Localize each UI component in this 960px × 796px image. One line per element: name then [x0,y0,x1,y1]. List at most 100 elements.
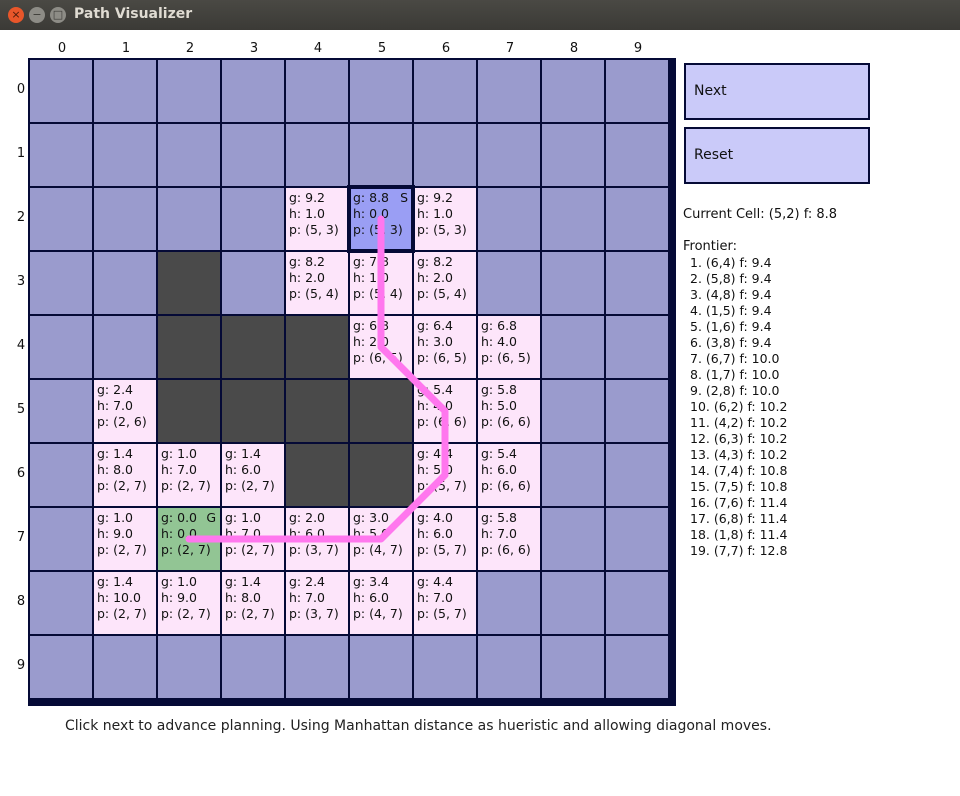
explored-cell[interactable]: g: 4.0 h: 6.0 p: (5, 7) [414,508,476,570]
wall-cell[interactable] [350,444,412,506]
open-cell[interactable] [30,508,92,570]
open-cell[interactable] [478,252,540,314]
explored-cell[interactable]: g: 4.4 h: 7.0 p: (5, 7) [414,572,476,634]
open-cell[interactable] [30,188,92,250]
open-cell[interactable] [478,124,540,186]
open-cell[interactable] [94,636,156,698]
explored-cell[interactable]: g: 5.8 h: 5.0 p: (6, 6) [478,380,540,442]
open-cell[interactable] [286,60,348,122]
explored-cell[interactable]: g: 2.4 h: 7.0 p: (2, 6) [94,380,156,442]
open-cell[interactable] [606,380,668,442]
explored-cell[interactable]: g: 5.4 h: 4.0 p: (6, 6) [414,380,476,442]
open-cell[interactable] [478,188,540,250]
start-cell[interactable]: g: 8.8 h: 0.0 p: (5, 3) S [347,185,415,253]
open-cell[interactable] [30,444,92,506]
open-cell[interactable] [542,124,604,186]
open-cell[interactable] [606,124,668,186]
open-cell[interactable] [606,60,668,122]
explored-cell[interactable]: g: 1.4 h: 8.0 p: (2, 7) [94,444,156,506]
open-cell[interactable] [542,380,604,442]
open-cell[interactable] [30,636,92,698]
open-cell[interactable] [222,636,284,698]
explored-cell[interactable]: g: 1.0 h: 9.0 p: (2, 7) [158,572,220,634]
open-cell[interactable] [542,60,604,122]
wall-cell[interactable] [286,380,348,442]
open-cell[interactable] [222,188,284,250]
open-cell[interactable] [94,316,156,378]
open-cell[interactable] [606,316,668,378]
wall-cell[interactable] [158,252,220,314]
wall-cell[interactable] [286,316,348,378]
open-cell[interactable] [30,60,92,122]
open-cell[interactable] [286,636,348,698]
goal-cell[interactable]: g: 0.0 h: 0.0 p: (2, 7) G [158,508,220,570]
open-cell[interactable] [158,188,220,250]
explored-cell[interactable]: g: 4.4 h: 5.0 p: (5, 7) [414,444,476,506]
open-cell[interactable] [222,252,284,314]
explored-cell[interactable]: g: 2.0 h: 6.0 p: (3, 7) [286,508,348,570]
open-cell[interactable] [350,124,412,186]
open-cell[interactable] [30,252,92,314]
open-cell[interactable] [158,124,220,186]
open-cell[interactable] [286,124,348,186]
open-cell[interactable] [94,252,156,314]
open-cell[interactable] [350,60,412,122]
explored-cell[interactable]: g: 5.8 h: 7.0 p: (6, 6) [478,508,540,570]
open-cell[interactable] [30,380,92,442]
open-cell[interactable] [606,572,668,634]
explored-cell[interactable]: g: 1.4 h: 8.0 p: (2, 7) [222,572,284,634]
explored-cell[interactable]: g: 9.2 h: 1.0 p: (5, 3) [286,188,348,250]
wall-cell[interactable] [222,380,284,442]
open-cell[interactable] [542,252,604,314]
open-cell[interactable] [478,636,540,698]
explored-cell[interactable]: g: 3.4 h: 6.0 p: (4, 7) [350,572,412,634]
explored-cell[interactable]: g: 8.2 h: 2.0 p: (5, 4) [286,252,348,314]
open-cell[interactable] [414,60,476,122]
wall-cell[interactable] [222,316,284,378]
open-cell[interactable] [606,508,668,570]
reset-button[interactable]: Reset [684,127,870,184]
open-cell[interactable] [158,60,220,122]
open-cell[interactable] [606,636,668,698]
explored-cell[interactable]: g: 6.8 h: 4.0 p: (6, 5) [478,316,540,378]
open-cell[interactable] [414,124,476,186]
wall-cell[interactable] [158,316,220,378]
wall-cell[interactable] [350,380,412,442]
open-cell[interactable] [30,124,92,186]
explored-cell[interactable]: g: 6.8 h: 2.0 p: (6, 5) [350,316,412,378]
explored-cell[interactable]: g: 5.4 h: 6.0 p: (6, 6) [478,444,540,506]
next-button[interactable]: Next [684,63,870,120]
open-cell[interactable] [542,188,604,250]
open-cell[interactable] [542,444,604,506]
open-cell[interactable] [542,508,604,570]
explored-cell[interactable]: g: 6.4 h: 3.0 p: (6, 5) [414,316,476,378]
open-cell[interactable] [542,636,604,698]
explored-cell[interactable]: g: 1.0 h: 9.0 p: (2, 7) [94,508,156,570]
explored-cell[interactable]: g: 8.2 h: 2.0 p: (5, 4) [414,252,476,314]
open-cell[interactable] [542,316,604,378]
explored-cell[interactable]: g: 1.4 h: 10.0 p: (2, 7) [94,572,156,634]
open-cell[interactable] [94,124,156,186]
open-cell[interactable] [222,60,284,122]
maximize-icon[interactable]: □ [50,7,66,23]
explored-cell[interactable]: g: 7.8 h: 1.0 p: (5, 4) [350,252,412,314]
close-icon[interactable]: × [8,7,24,23]
open-cell[interactable] [94,188,156,250]
explored-cell[interactable]: g: 2.4 h: 7.0 p: (3, 7) [286,572,348,634]
open-cell[interactable] [606,444,668,506]
open-cell[interactable] [606,252,668,314]
open-cell[interactable] [606,188,668,250]
minimize-icon[interactable]: − [29,7,45,23]
open-cell[interactable] [478,572,540,634]
explored-cell[interactable]: g: 9.2 h: 1.0 p: (5, 3) [414,188,476,250]
open-cell[interactable] [542,572,604,634]
open-cell[interactable] [30,316,92,378]
explored-cell[interactable]: g: 3.0 h: 5.0 p: (4, 7) [350,508,412,570]
open-cell[interactable] [350,636,412,698]
wall-cell[interactable] [286,444,348,506]
wall-cell[interactable] [158,380,220,442]
open-cell[interactable] [478,60,540,122]
open-cell[interactable] [158,636,220,698]
open-cell[interactable] [414,636,476,698]
open-cell[interactable] [222,124,284,186]
